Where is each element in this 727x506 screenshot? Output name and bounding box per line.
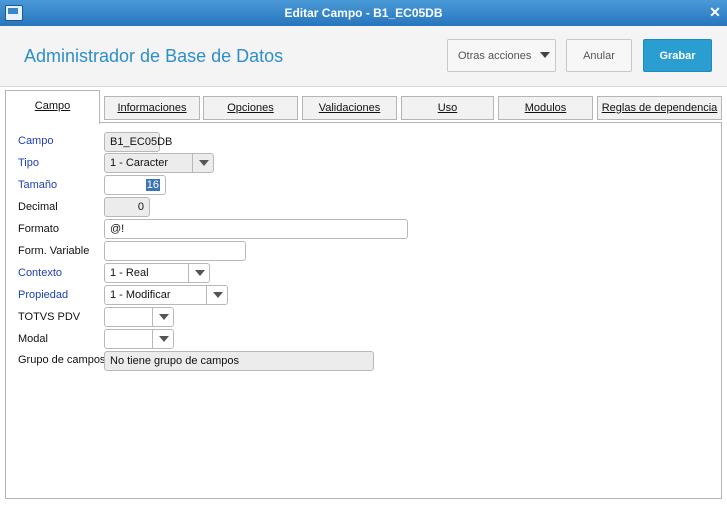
app-title: Administrador de Base de Datos [24, 46, 284, 66]
modal-label: Modal [18, 333, 48, 345]
grupo-campos-label: Grupo de campos [18, 354, 106, 366]
contexto-label: Contexto [18, 267, 63, 279]
tab-uso[interactable]: Uso [401, 96, 494, 120]
propiedad-value: 1 - Modificar [110, 289, 171, 301]
totvs-pdv-label: TOTVS PDV [18, 311, 81, 323]
close-icon[interactable]: ✕ [707, 4, 723, 20]
app-icon [5, 5, 23, 21]
chevron-down-icon [540, 52, 550, 58]
grupo-campos-field[interactable]: No tiene grupo de campos [104, 351, 374, 371]
form-variable-label: Form. Variable [18, 245, 90, 257]
grabar-button[interactable]: Grabar [643, 39, 712, 72]
tab-campo[interactable]: Campo [5, 90, 100, 124]
window-titlebar: Editar Campo - B1_EC05DB ✕ [0, 0, 727, 26]
decimal-label: Decimal [18, 201, 58, 213]
tab-informaciones[interactable]: Informaciones [104, 96, 200, 120]
chevron-down-icon[interactable] [152, 307, 174, 327]
propiedad-label: Propiedad [18, 289, 69, 301]
anular-button[interactable]: Anular [566, 39, 632, 72]
tamano-field[interactable]: 16 [104, 175, 166, 195]
tab-validaciones[interactable]: Validaciones [302, 96, 397, 120]
campo-panel: Campo B1_EC05DB Tipo 1 - Caracter Tamaño… [5, 122, 722, 499]
tamano-label: Tamaño [18, 179, 58, 191]
formato-field[interactable]: @! [104, 219, 408, 239]
campo-field[interactable]: B1_EC05DB [104, 132, 172, 152]
chevron-down-icon[interactable] [188, 263, 210, 283]
tab-opciones[interactable]: Opciones [203, 96, 298, 120]
header-bar: Administrador de Base de Datos Otras acc… [0, 26, 727, 87]
tab-reglas-de-dependencia[interactable]: Reglas de dependencia [597, 96, 722, 120]
chevron-down-icon[interactable] [192, 153, 214, 173]
tab-modulos[interactable]: Modulos [498, 96, 593, 120]
propiedad-select[interactable]: 1 - Modificar [104, 285, 228, 305]
chevron-down-icon[interactable] [152, 329, 174, 349]
chevron-down-icon[interactable] [206, 285, 228, 305]
form-variable-field[interactable] [104, 241, 246, 261]
formato-label: Formato [18, 223, 59, 235]
tipo-select[interactable]: 1 - Caracter [104, 153, 214, 173]
contexto-select[interactable]: 1 - Real [104, 263, 210, 283]
campo-label: Campo [18, 135, 54, 147]
window-title: Editar Campo - B1_EC05DB [284, 6, 443, 20]
tamano-value: 16 [145, 179, 160, 191]
tipo-label: Tipo [18, 157, 39, 169]
decimal-field[interactable]: 0 [104, 197, 150, 217]
otras-acciones-label: Otras acciones [458, 50, 532, 62]
otras-acciones-button[interactable]: Otras acciones [447, 39, 556, 72]
contexto-value: 1 - Real [110, 267, 149, 279]
modal-select[interactable] [104, 329, 174, 349]
tipo-value: 1 - Caracter [110, 157, 169, 169]
tab-strip: Campo Informaciones Opciones Validacione… [0, 90, 727, 124]
totvs-pdv-select[interactable] [104, 307, 174, 327]
